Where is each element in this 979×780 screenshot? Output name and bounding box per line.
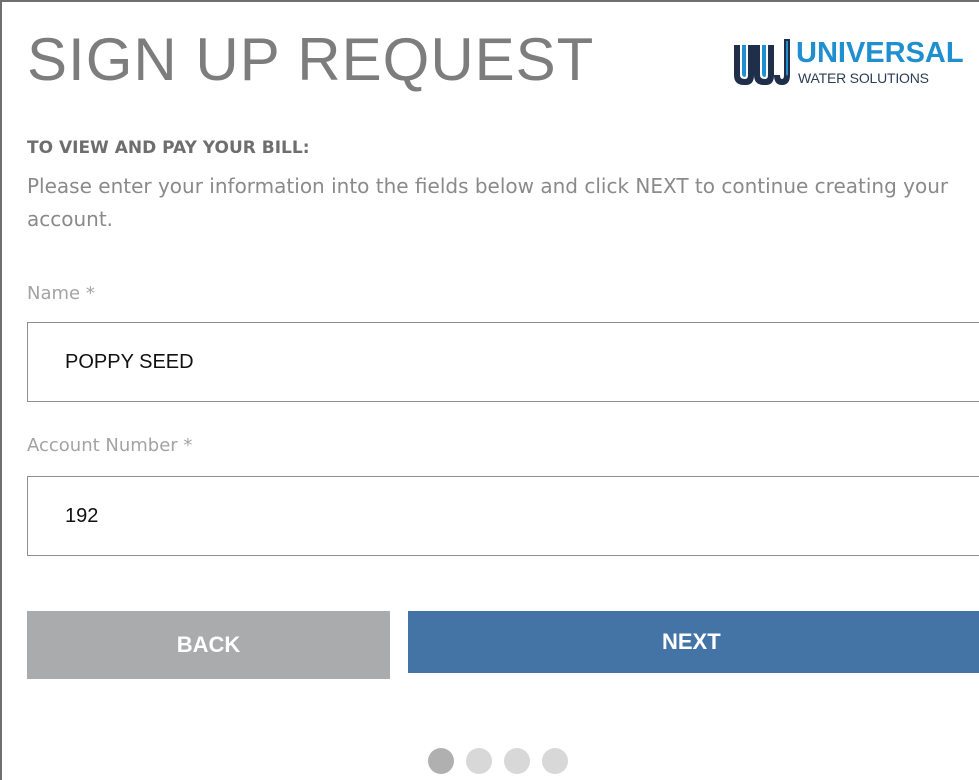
step-dot-1 — [428, 748, 454, 774]
back-button[interactable]: BACK — [27, 611, 390, 679]
logo-wordmark: UNIVERSAL — [796, 37, 964, 69]
signup-panel: SIGN UP REQUEST UNIVERSAL WATER SOLUTION… — [0, 0, 979, 780]
account-number-label: Account Number * — [27, 435, 193, 456]
step-dot-4 — [542, 748, 568, 774]
step-dot-2 — [466, 748, 492, 774]
page-title: SIGN UP REQUEST — [27, 26, 595, 93]
name-label: Name * — [27, 283, 95, 304]
universal-water-solutions-logo: UNIVERSAL WATER SOLUTIONS — [732, 37, 972, 95]
logo-mark-icon — [734, 39, 790, 85]
step-dot-3 — [504, 748, 530, 774]
step-indicator — [428, 748, 568, 776]
logo-tagline: WATER SOLUTIONS — [798, 70, 929, 86]
name-input[interactable] — [27, 322, 979, 402]
next-button[interactable]: NEXT — [408, 611, 979, 673]
intro-text: Please enter your information into the f… — [27, 174, 949, 231]
account-number-input[interactable] — [27, 476, 979, 556]
intro-heading: TO VIEW AND PAY YOUR BILL: — [27, 138, 310, 158]
